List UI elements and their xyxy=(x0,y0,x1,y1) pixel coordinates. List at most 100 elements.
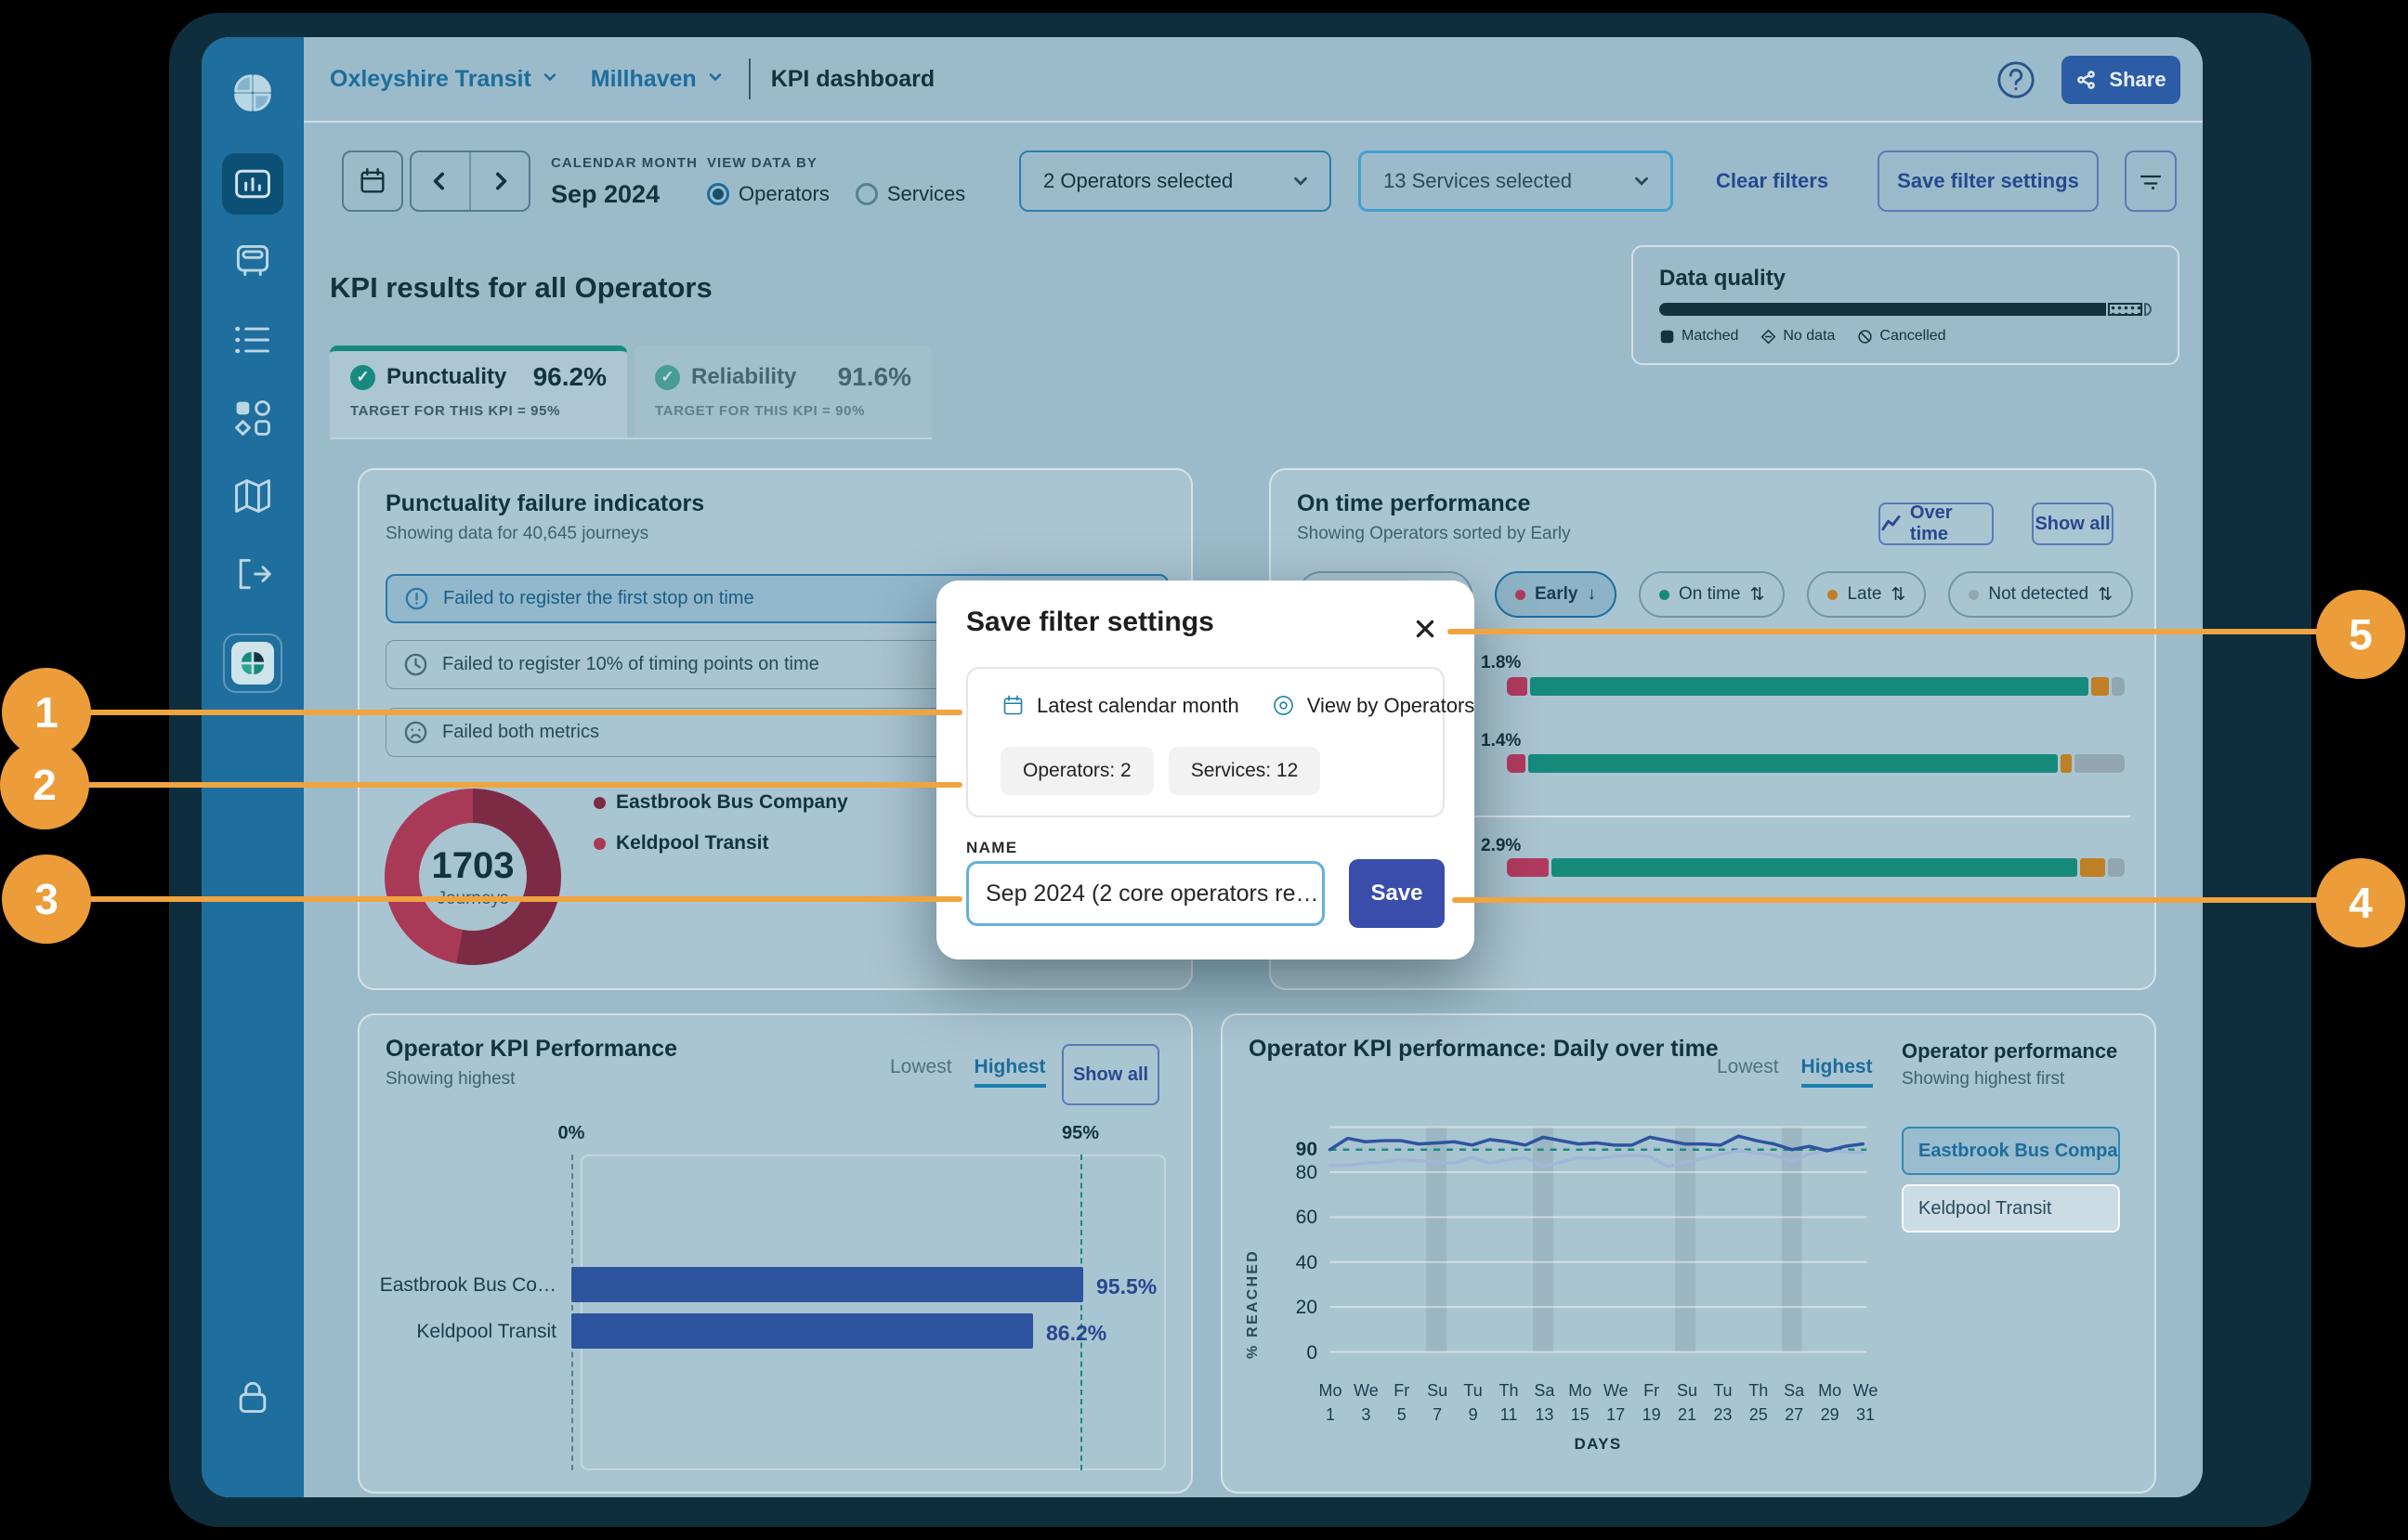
annotation-line-1 xyxy=(88,710,962,715)
segment-on-time xyxy=(1530,677,2088,696)
y-axis-tick: 90 xyxy=(1263,1139,1317,1161)
over-time-button[interactable]: Over time xyxy=(1878,502,1994,545)
org-selector[interactable]: Oxleyshire Transit xyxy=(330,66,531,93)
sort-down-icon: ↓ xyxy=(1587,584,1596,605)
x-axis-day-number: 23 xyxy=(1704,1405,1741,1425)
annotation-line-5 xyxy=(1447,629,2319,634)
early-percentage-label: 1.4% xyxy=(1481,731,1521,751)
tab-label: Reliability xyxy=(691,364,796,390)
previous-month-button[interactable] xyxy=(412,152,469,210)
radio-selected-icon xyxy=(707,183,729,205)
legend-label: No data xyxy=(1783,328,1835,345)
axis-target-label: 95% xyxy=(1053,1123,1108,1144)
sidebar-item-workspace-app[interactable] xyxy=(223,633,282,693)
sidebar-item-lock[interactable] xyxy=(232,1377,273,1417)
share-button[interactable]: Share xyxy=(2061,56,2180,104)
x-axis-day-name: Tu xyxy=(1704,1381,1741,1401)
sort-pill-early[interactable]: Early ↓ xyxy=(1495,571,1616,618)
sidebar-item-dashboard[interactable] xyxy=(222,153,283,215)
operator-bar-value: 95.5% xyxy=(1096,1274,1157,1299)
operators-dropdown[interactable]: 2 Operators selected xyxy=(1019,150,1331,212)
x-axis-day-number: 15 xyxy=(1562,1405,1599,1425)
legend-label: Keldpool Transit xyxy=(616,832,769,855)
operator-bar xyxy=(571,1267,1083,1302)
close-button[interactable] xyxy=(1407,610,1444,647)
sort-lowest[interactable]: Lowest xyxy=(890,1056,952,1088)
cancelled-segment xyxy=(2144,303,2152,316)
calendar-icon xyxy=(1001,693,1026,718)
kpi-tabs: ✓ Punctuality 96.2% TARGET FOR THIS KPI … xyxy=(330,346,932,439)
tab-punctuality[interactable]: ✓ Punctuality 96.2% TARGET FOR THIS KPI … xyxy=(330,346,627,437)
x-axis-day-number: 27 xyxy=(1775,1405,1813,1425)
x-axis-day-name: Mo xyxy=(1562,1381,1599,1401)
sort-both-icon: ⇅ xyxy=(2098,584,2113,606)
sidebar-item-map[interactable] xyxy=(232,476,273,516)
legend-item: Cancelled xyxy=(1857,328,1945,345)
radio-operators[interactable]: Operators xyxy=(707,182,830,206)
x-axis-day-number: 13 xyxy=(1525,1405,1563,1425)
period-summary-label: Latest calendar month xyxy=(1037,694,1239,718)
filter-options-button[interactable] xyxy=(2125,150,2177,212)
sidebar-item-list[interactable] xyxy=(232,320,273,360)
name-input[interactable]: Sep 2024 (2 core operators re… xyxy=(966,861,1325,926)
line-chart-icon xyxy=(1880,513,1902,535)
sort-pill-late[interactable]: Late⇅ xyxy=(1807,571,1926,618)
legend-label: Matched xyxy=(1682,328,1738,345)
operators-dropdown-value: 2 Operators selected xyxy=(1043,169,1233,193)
save-button[interactable]: Save xyxy=(1349,859,1445,928)
sort-highest[interactable]: Highest xyxy=(1801,1056,1873,1088)
operator-performance-subtitle: Showing highest first xyxy=(1902,1069,2064,1090)
operator-bar-value: 86.2% xyxy=(1046,1321,1106,1346)
operator-button-keldpool[interactable]: Keldpool Transit xyxy=(1902,1184,2120,1233)
help-button[interactable] xyxy=(1995,59,2037,101)
operators-chip: Operators: 2 xyxy=(1001,747,1154,795)
operator-button-eastbrook[interactable]: Eastbrook Bus Compa… xyxy=(1902,1127,2120,1175)
donut-center: 1703 Journeys xyxy=(419,823,527,931)
tab-label: Punctuality xyxy=(386,364,506,390)
radio-services[interactable]: Services xyxy=(856,182,965,206)
x-axis-day-name: Fr xyxy=(1383,1381,1420,1401)
filter-summary-box: Latest calendar month View by Operators … xyxy=(966,667,1445,817)
sidebar-item-categories[interactable] xyxy=(232,398,273,438)
legend-label: Eastbrook Bus Company xyxy=(616,791,848,814)
check-circle-icon: ✓ xyxy=(350,365,375,390)
show-all-button[interactable]: Show all xyxy=(1062,1044,1159,1105)
location-selector[interactable]: Millhaven xyxy=(591,66,697,93)
sort-lowest[interactable]: Lowest xyxy=(1717,1056,1779,1088)
x-axis-day-number: 7 xyxy=(1419,1405,1456,1425)
x-axis-day-name: Sa xyxy=(1775,1381,1813,1401)
segment-on-time xyxy=(1551,858,2077,877)
services-dropdown[interactable]: 13 Services selected xyxy=(1358,150,1673,212)
sort-pill-label: Early xyxy=(1535,584,1577,605)
clear-filters-link[interactable]: Clear filters xyxy=(1716,150,1828,212)
y-axis-tick: 80 xyxy=(1263,1162,1317,1184)
calendar-icon xyxy=(357,165,388,197)
legend-dot-icon xyxy=(594,838,606,850)
map-icon xyxy=(232,476,273,516)
tab-value: 96.2% xyxy=(533,362,607,392)
show-all-button[interactable]: Show all xyxy=(2032,502,2114,545)
check-circle-icon: ✓ xyxy=(655,365,680,390)
annotation-step-4: 4 xyxy=(2316,858,2405,947)
services-chip: Services: 12 xyxy=(1169,747,1321,795)
tab-target: TARGET FOR THIS KPI = 90% xyxy=(655,403,911,419)
sort-highest[interactable]: Highest xyxy=(975,1056,1046,1088)
segment-on-time xyxy=(1528,754,2059,773)
sidebar-item-vehicles[interactable] xyxy=(232,241,273,281)
save-filter-settings-button[interactable]: Save filter settings xyxy=(1878,150,2099,212)
kpi-results-heading: KPI results for all Operators xyxy=(330,271,713,305)
card-title: On time performance xyxy=(1297,490,1530,517)
x-axis-day-number: 5 xyxy=(1383,1405,1420,1425)
card-title: Punctuality failure indicators xyxy=(386,490,704,517)
data-quality-title: Data quality xyxy=(1659,266,2152,292)
sidebar-item-logout[interactable] xyxy=(232,554,273,594)
tab-reliability[interactable]: ✓ Reliability 91.6% TARGET FOR THIS KPI … xyxy=(635,346,932,437)
x-axis-day-number: 17 xyxy=(1597,1405,1634,1425)
sort-pill-on-time[interactable]: On time⇅ xyxy=(1639,571,1785,618)
next-month-button[interactable] xyxy=(469,152,529,210)
annotation-line-3 xyxy=(88,896,962,902)
donut-legend-item: Eastbrook Bus Company xyxy=(594,791,848,814)
calendar-button[interactable] xyxy=(342,150,403,212)
annotation-step-5: 5 xyxy=(2316,590,2405,679)
sort-pill-not-detected[interactable]: Not detected⇅ xyxy=(1948,571,2133,618)
